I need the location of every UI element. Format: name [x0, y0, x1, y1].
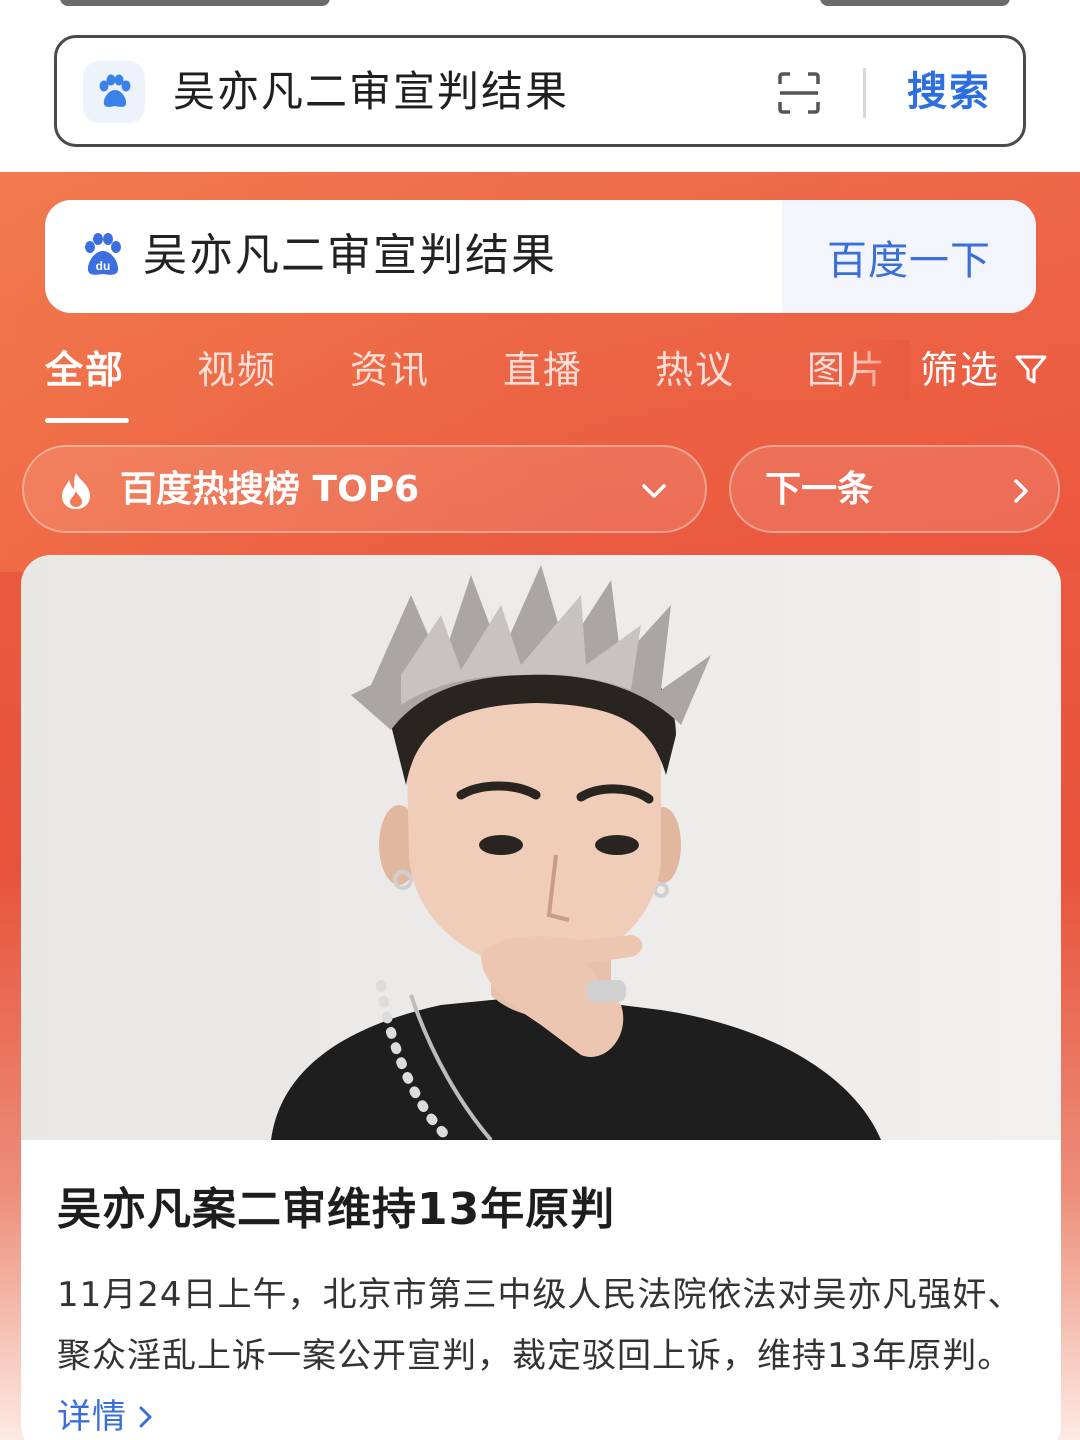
browser-search-query[interactable]: 吴亦凡二审宣判结果 [173, 62, 569, 122]
status-bar-indicators [820, 0, 1010, 6]
hot-search-dropdown[interactable]: 百度热搜榜 TOP6 [22, 445, 707, 533]
details-link[interactable]: 详情 [57, 1397, 159, 1437]
scan-icon[interactable] [777, 71, 821, 115]
result-tabs: 全部 视频 资讯 直播 热议 图片 [0, 340, 1080, 430]
tab-live[interactable]: 直播 [503, 340, 583, 400]
tab-all[interactable]: 全部 [45, 340, 125, 400]
filter-label: 筛选 [920, 348, 1001, 392]
active-tab-indicator [45, 418, 129, 423]
news-summary-text: 11月24日上午，北京市第三中级人民法院依法对吴亦凡强奸、聚众淫乱上诉一案公开宣… [57, 1275, 1023, 1376]
baidu-paw-icon [83, 61, 145, 123]
hot-search-label: 百度热搜榜 TOP6 [120, 469, 420, 510]
chevron-down-icon [636, 473, 672, 509]
next-item-button[interactable]: 下一条 [729, 445, 1060, 533]
filter-button[interactable]: 筛选 [920, 340, 1048, 400]
tab-discussion[interactable]: 热议 [655, 340, 735, 400]
browser-top-area: 吴亦凡二审宣判结果 搜索 [0, 0, 1080, 172]
news-summary: 11月24日上午，北京市第三中级人民法院依法对吴亦凡强奸、聚众淫乱上诉一案公开宣… [57, 1265, 1037, 1440]
tabs-fade [850, 340, 910, 400]
chevron-right-small-icon [139, 1406, 152, 1428]
baidu-search-bar[interactable]: du 吴亦凡二审宣判结果 百度一下 [45, 200, 1036, 313]
details-label: 详情 [57, 1397, 127, 1437]
divider [863, 68, 866, 118]
status-bar [0, 0, 1080, 10]
news-card[interactable]: 吴亦凡案二审维持13年原判 11月24日上午，北京市第三中级人民法院依法对吴亦凡… [21, 555, 1061, 1440]
news-title[interactable]: 吴亦凡案二审维持13年原判 [57, 1175, 615, 1245]
svg-text:du: du [96, 259, 111, 273]
flame-icon [56, 471, 96, 511]
tab-news[interactable]: 资讯 [350, 340, 430, 400]
baidu-du-icon: du [79, 232, 127, 280]
search-button[interactable]: 搜索 [907, 62, 991, 122]
funnel-icon [1015, 355, 1047, 384]
status-bar-clock [60, 0, 330, 6]
next-item-label: 下一条 [765, 469, 874, 510]
chevron-right-icon [1003, 473, 1039, 509]
baidu-search-button[interactable]: 百度一下 [782, 200, 1036, 313]
tab-video[interactable]: 视频 [197, 340, 277, 400]
results-search-query[interactable]: 吴亦凡二审宣判结果 [143, 226, 557, 286]
portrait-illustration [271, 565, 881, 1145]
news-photo[interactable] [21, 555, 1061, 1145]
browser-search-box[interactable]: 吴亦凡二审宣判结果 搜索 [54, 35, 1026, 147]
